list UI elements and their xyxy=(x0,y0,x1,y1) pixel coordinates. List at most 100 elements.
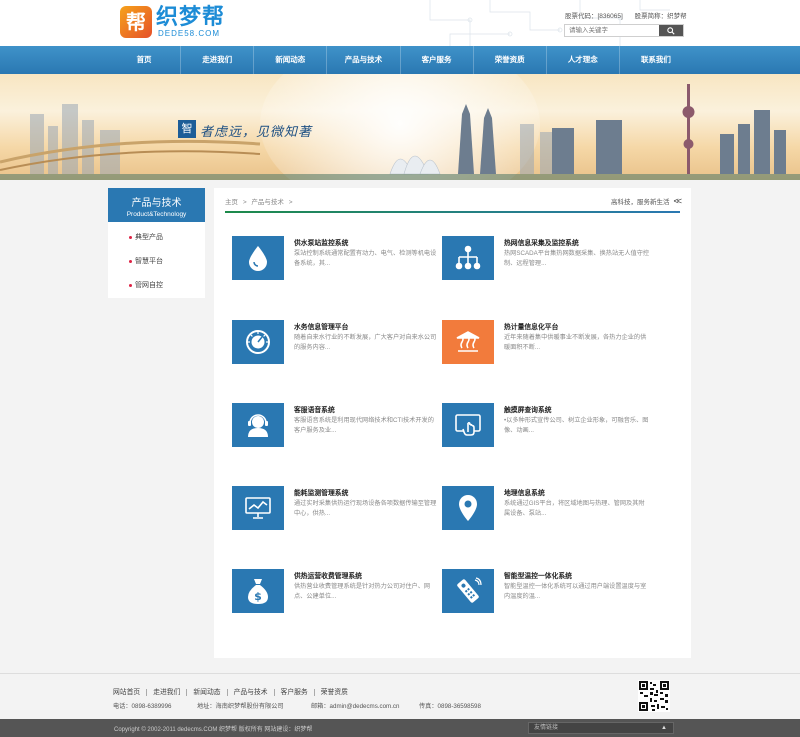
product-card[interactable]: 地理信息系统 系统通过GIS平台，将区域地图与热理、管网及其附属设备、泵站... xyxy=(442,486,662,534)
sidebar-subtitle: Product&Technology xyxy=(126,211,187,218)
footer-link-home[interactable]: 网站首页 xyxy=(113,689,148,696)
product-title[interactable]: 供热运营收费管理系统 xyxy=(294,570,362,580)
footer-phone: 电话：0898-6389996 xyxy=(113,703,172,710)
product-desc: 泵站控制系统通常配置有动力、电气、检测等机电设备系统，其... xyxy=(294,250,437,267)
gauge-icon xyxy=(246,330,270,354)
slogan-text: 者虑远，见微知著 xyxy=(200,125,313,140)
product-icon-tile[interactable] xyxy=(232,236,284,280)
product-title[interactable]: 能耗监测管理系统 xyxy=(294,487,348,497)
nav-talent[interactable]: 人才理念 xyxy=(547,46,620,74)
footer-link-news[interactable]: 新闻动态 xyxy=(187,689,228,696)
friend-links-label: 友情链接 xyxy=(534,725,559,731)
product-title[interactable]: 热网信息采集及监控系统 xyxy=(504,237,579,247)
product-icon-tile[interactable] xyxy=(232,486,284,530)
main-nav: 首页 走进我们 新闻动态 产品与技术 客户服务 荣誉资质 人才理念 联系我们 xyxy=(0,46,800,74)
product-card[interactable]: 热网信息采集及监控系统 热网SCADA平台集热网数据采集、换热站无人值守控制、远… xyxy=(442,236,662,284)
banner: 智 者虑远，见微知著 xyxy=(0,74,800,180)
product-icon-tile[interactable] xyxy=(442,486,494,530)
heating-icon xyxy=(456,331,480,352)
breadcrumb-current[interactable]: 产品与技术 xyxy=(251,199,284,206)
sidebar: 产品与技术 Product&Technology 典型产品 智慧平台 管网自控 xyxy=(108,188,205,298)
nav-home[interactable]: 首页 xyxy=(108,46,182,74)
product-card[interactable]: 供水泵站监控系统 泵站控制系统通常配置有动力、电气、检测等机电设备系统，其... xyxy=(232,236,452,284)
footer-link-products[interactable]: 产品与技术 xyxy=(227,689,275,696)
breadcrumb: 主页 > 产品与技术 > xyxy=(225,196,296,206)
touchscreen-icon xyxy=(455,414,481,436)
stock-code: 股票代码：[836065] xyxy=(565,13,623,20)
product-icon-tile[interactable] xyxy=(232,320,284,364)
product-desc: 客服语音系统是利用现代网络技术和CTI技术开发的客户服务及业... xyxy=(294,417,434,434)
water-drop-icon xyxy=(249,246,267,271)
friend-links-select[interactable]: 友情链接 ▲ xyxy=(528,722,674,734)
main-content: 主页 > 产品与技术 > 高科技，服务新生活 << 供水泵站监控系统 泵站控制系统… xyxy=(214,188,691,658)
double-chevron-icon: << xyxy=(673,196,681,206)
footer-link-honors[interactable]: 荣誉资质 xyxy=(315,689,354,696)
footer-link-service[interactable]: 客户服务 xyxy=(274,689,315,696)
product-desc: 系统通过GIS平台，将区域地图与热理、管网及其附属设备、泵站... xyxy=(504,500,645,517)
product-desc: 智能型温控一体化系统可以通过用户端设置温度与室内温度的温... xyxy=(504,583,647,600)
breadcrumb-home[interactable]: 主页 xyxy=(225,199,238,206)
nav-products[interactable]: 产品与技术 xyxy=(327,46,401,74)
nav-news[interactable]: 新闻动态 xyxy=(254,46,328,74)
product-icon-tile[interactable] xyxy=(442,403,494,447)
product-desc: 近年来随着集中供暖事业不断发展，各热力企业的供暖面积不断... xyxy=(504,334,647,351)
sidebar-item-typical-products[interactable]: 典型产品 xyxy=(108,226,205,250)
footer-link-about[interactable]: 走进我们 xyxy=(147,689,188,696)
stock-info: 股票代码：[836065] 股票简称：织梦帮 xyxy=(565,10,697,20)
city-skyline xyxy=(0,84,800,180)
circuit-decoration xyxy=(429,0,670,46)
slogan-mark: 智 xyxy=(178,120,196,138)
footer-links: 网站首页 走进我们 新闻动态 产品与技术 客户服务 荣誉资质 xyxy=(113,686,354,696)
site-logo[interactable]: 帮 织梦帮 DEDE58.COM xyxy=(120,6,230,40)
nav-contact[interactable]: 联系我们 xyxy=(620,46,692,74)
search-box xyxy=(564,24,684,37)
product-card[interactable]: 触摸屏查询系统 •以多种形式宣传公司、树立企业形象，可融音乐、图像、动画... xyxy=(442,403,662,451)
product-icon-tile[interactable] xyxy=(442,236,494,280)
product-card[interactable]: 热计量信息化平台 近年来随着集中供暖事业不断发展，各热力企业的供暖面积不断... xyxy=(442,320,662,368)
product-title[interactable]: 智能型温控一体化系统 xyxy=(504,570,572,580)
section-tagline: 高科技，服务新生活 << xyxy=(610,196,682,206)
nav-service[interactable]: 客户服务 xyxy=(401,46,474,74)
search-icon xyxy=(667,26,675,35)
breadcrumb-separator-icon: > xyxy=(242,199,247,206)
product-icon-tile[interactable] xyxy=(442,320,494,364)
product-icon-tile[interactable]: $ xyxy=(232,569,284,613)
product-title[interactable]: 供水泵站监控系统 xyxy=(294,237,348,247)
qr-code-icon xyxy=(638,680,670,712)
search-input[interactable] xyxy=(565,25,661,36)
copyright-text: Copyright © 2002-2011 dedecms.COM 织梦帮 版权… xyxy=(114,727,313,733)
product-title[interactable]: 热计量信息化平台 xyxy=(504,321,558,331)
product-title[interactable]: 水务信息管理平台 xyxy=(294,321,348,331)
tagline-text: 高科技，服务新生活 xyxy=(610,199,670,206)
product-title[interactable]: 客服语音系统 xyxy=(294,404,335,414)
product-card[interactable]: $ 供热运营收费管理系统 供热营业收费管理系统是针对热力公司对住户、网点、公建单… xyxy=(232,569,452,617)
sidebar-title: 产品与技术 xyxy=(131,198,182,209)
product-title[interactable]: 地理信息系统 xyxy=(504,487,545,497)
footer-email: 邮箱：admin@dedecms.com.cn xyxy=(311,703,400,710)
money-bag-icon: $ xyxy=(248,579,268,604)
product-card[interactable]: 能耗监测管理系统 通过实时采集供热运行现场设备各项数据传输至管理中心，供热... xyxy=(232,486,452,534)
product-card[interactable]: 水务信息管理平台 随着自来水行业的不断发展，广大客户对自来水公司的服务内容... xyxy=(232,320,452,368)
product-card[interactable]: 智能型温控一体化系统 智能型温控一体化系统可以通过用户端设置温度与室内温度的温.… xyxy=(442,569,662,617)
logo-badge: 帮 xyxy=(120,6,152,38)
product-desc: 通过实时采集供热运行现场设备各项数据传输至管理中心，供热... xyxy=(294,500,437,517)
monitor-chart-icon xyxy=(245,497,271,519)
search-button[interactable] xyxy=(659,25,683,36)
sidebar-item-pipe-control[interactable]: 管网自控 xyxy=(108,274,205,298)
sidebar-item-smart-platform[interactable]: 智慧平台 xyxy=(108,250,205,274)
nav-about[interactable]: 走进我们 xyxy=(181,46,255,74)
product-desc: •以多种形式宣传公司、树立企业形象，可融音乐、图像、动画... xyxy=(504,417,649,434)
product-card[interactable]: 客服语音系统 客服语音系统是利用现代网络技术和CTI技术开发的客户服务及业... xyxy=(232,403,452,451)
copyright-bar: Copyright © 2002-2011 dedecms.COM 织梦帮 版权… xyxy=(0,719,800,737)
product-icon-tile[interactable] xyxy=(232,403,284,447)
svg-text:$: $ xyxy=(254,590,262,603)
nav-honors[interactable]: 荣誉资质 xyxy=(474,46,547,74)
section-divider xyxy=(225,211,680,213)
product-title[interactable]: 触摸屏查询系统 xyxy=(504,404,552,414)
network-tree-icon xyxy=(455,245,481,270)
footer-address: 地址：海南织梦帮股份有限公司 xyxy=(197,703,284,710)
product-icon-tile[interactable] xyxy=(442,569,494,613)
logo-subtitle: DEDE58.COM xyxy=(158,29,221,38)
logo-title: 织梦帮 xyxy=(156,5,226,30)
product-desc: 随着自来水行业的不断发展，广大客户对自来水公司的服务内容... xyxy=(294,334,437,351)
